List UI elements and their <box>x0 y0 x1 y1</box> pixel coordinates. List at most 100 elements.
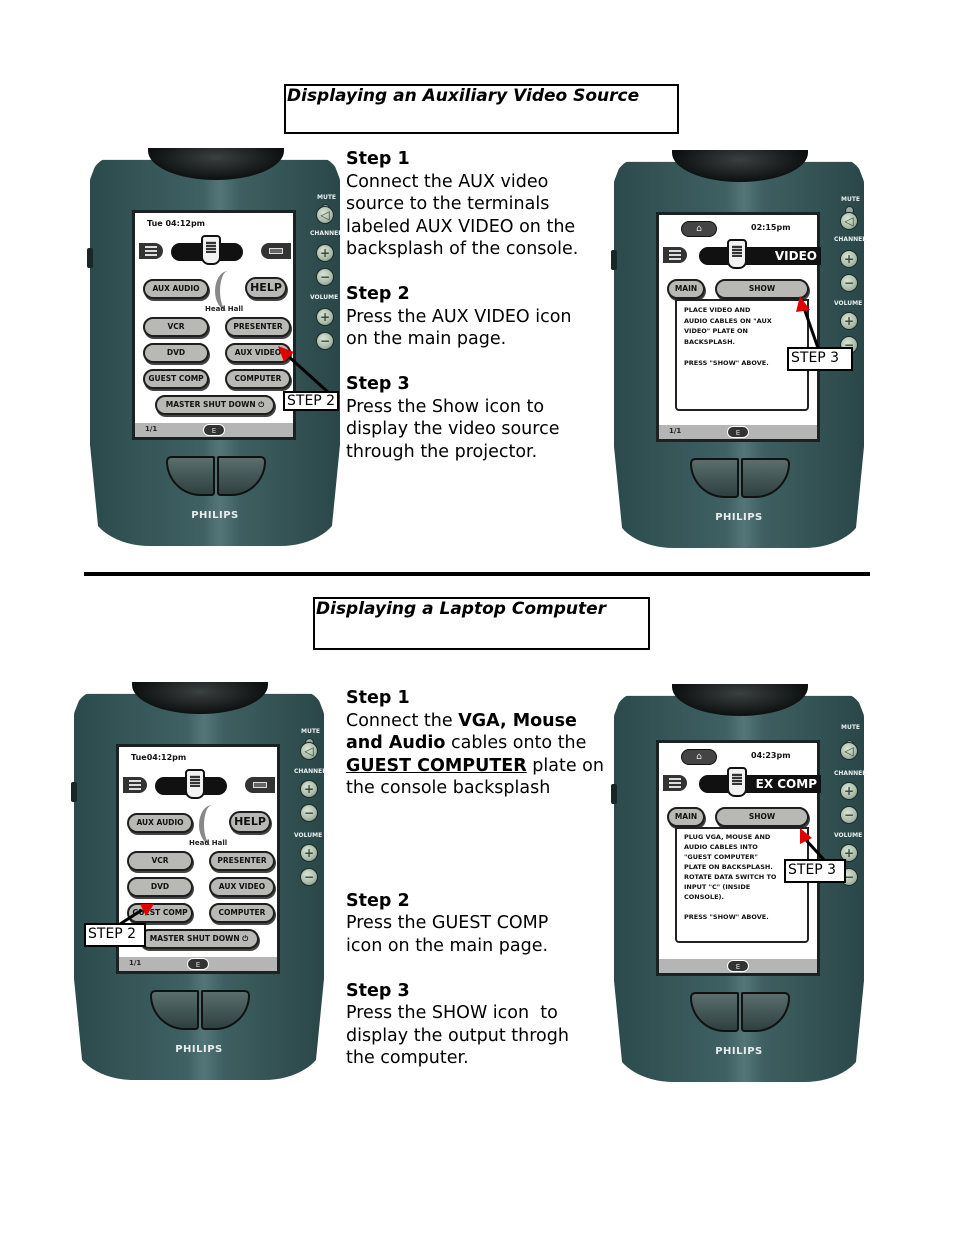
channel-down-button[interactable]: − <box>840 806 858 824</box>
mute-label: MUTE <box>841 724 861 731</box>
remote-side-jack <box>611 250 617 270</box>
menu-button[interactable]: E <box>203 424 225 436</box>
front-buttons <box>166 456 266 498</box>
master-shut-down-button[interactable]: MASTER SHUT DOWN ⏻ <box>155 395 275 415</box>
vcr-button[interactable]: VCR <box>143 317 209 337</box>
right-front-button[interactable] <box>741 458 790 498</box>
front-buttons <box>690 992 790 1034</box>
home-button[interactable]: ⌂ <box>681 221 717 237</box>
main-button[interactable]: MAIN <box>667 807 705 827</box>
home-button[interactable]: ⌂ <box>681 749 717 765</box>
page-indicator: 1/1 <box>669 427 682 435</box>
volume-up-button[interactable]: + <box>840 312 858 330</box>
aux-video-button[interactable]: AUX VIDEO <box>209 877 275 897</box>
dvd-button[interactable]: DVD <box>143 343 209 363</box>
presenter-button[interactable]: PRESENTER <box>209 851 275 871</box>
step-text-line: through the projector. <box>346 441 538 462</box>
list-menu-button[interactable] <box>663 247 687 263</box>
channel-label: CHANNEL <box>310 230 343 237</box>
device-setup-button[interactable] <box>261 243 291 259</box>
handheld-icon <box>185 769 205 799</box>
volume-up-button[interactable]: + <box>316 308 334 326</box>
brand-logo: PHILIPS <box>191 510 239 521</box>
left-front-button[interactable] <box>150 990 199 1030</box>
instruction-line: "GUEST COMPUTER" <box>684 853 758 861</box>
step-heading: Step 1 <box>346 688 410 708</box>
aux-audio-button[interactable]: AUX AUDIO <box>143 279 209 299</box>
handheld-icon <box>727 239 747 269</box>
master-shut-down-button[interactable]: MASTER SHUT DOWN ⏻ <box>139 929 259 949</box>
step2-callout: STEP 2 <box>283 391 340 411</box>
step-text-line: source to the terminals <box>346 194 550 214</box>
section-title: Displaying a Laptop Computer <box>316 599 607 619</box>
mute-button[interactable]: ◁ <box>300 742 318 760</box>
channel-down-button[interactable]: − <box>316 268 334 286</box>
menu-button[interactable]: E <box>727 960 749 972</box>
list-menu-button[interactable] <box>663 775 687 791</box>
help-button[interactable]: HELP <box>245 277 287 299</box>
remote-screen: Tue 04:12pm AUX AUDIO HELP Head Hall VCR… <box>132 210 296 440</box>
mute-button[interactable]: ◁ <box>840 212 858 230</box>
mute-button[interactable]: ◁ <box>840 742 858 760</box>
brand-logo: PHILIPS <box>715 512 763 523</box>
mute-label: MUTE <box>317 194 337 201</box>
vcr-button[interactable]: VCR <box>127 851 193 871</box>
channel-up-button[interactable]: + <box>316 244 334 262</box>
volume-label: VOLUME <box>834 832 863 839</box>
channel-label: CHANNEL <box>834 770 867 777</box>
instruction-line: BACKSPLASH. <box>684 337 736 346</box>
clock-display: 04:23pm <box>751 751 791 760</box>
channel-up-button[interactable]: + <box>840 782 858 800</box>
channel-down-button[interactable]: − <box>840 274 858 292</box>
computer-button[interactable]: COMPUTER <box>225 369 291 389</box>
volume-label: VOLUME <box>834 300 863 307</box>
left-front-button[interactable] <box>690 992 739 1032</box>
main-button[interactable]: MAIN <box>667 279 705 299</box>
volume-up-button[interactable]: + <box>300 844 318 862</box>
section-title-box-laptop: Displaying a Laptop Computer <box>313 597 650 650</box>
screen-footer: E <box>659 959 817 973</box>
volume-down-button[interactable]: − <box>316 332 334 350</box>
remote-screen: ⌂ 02:15pm VIDEO MAIN SHOW PLACE VIDEO AN… <box>656 212 821 442</box>
right-front-button[interactable] <box>741 992 790 1032</box>
device-setup-button[interactable] <box>245 777 275 793</box>
remote-side-jack <box>71 782 77 802</box>
instruction-line: AUDIO CABLES ON "AUX <box>684 316 772 325</box>
presenter-button[interactable]: PRESENTER <box>225 317 291 337</box>
menu-button[interactable]: E <box>187 958 209 970</box>
help-button[interactable]: HELP <box>229 811 271 833</box>
step-heading: Step 2 <box>346 284 410 304</box>
dvd-button[interactable]: DVD <box>127 877 193 897</box>
remote-main-page: MUTE ◁ CHANNEL + − VOLUME + − Tue 04:12p… <box>87 148 344 546</box>
section-divider <box>84 572 870 576</box>
volume-down-button[interactable]: − <box>300 868 318 886</box>
page-indicator: 1/1 <box>145 425 158 433</box>
step-text-line: icon on the main page. <box>346 935 549 956</box>
show-button[interactable]: SHOW <box>715 807 809 827</box>
guest-comp-button[interactable]: GUEST COMP <box>143 369 209 389</box>
channel-up-button[interactable]: + <box>300 780 318 798</box>
list-menu-button[interactable] <box>139 243 163 259</box>
left-front-button[interactable] <box>690 458 739 498</box>
brand-logo: PHILIPS <box>715 1046 763 1057</box>
channel-down-button[interactable]: − <box>300 804 318 822</box>
handheld-icon <box>201 235 221 265</box>
show-button[interactable]: SHOW <box>715 279 809 299</box>
step-text-line: on the main page. <box>346 329 507 349</box>
clock-display: Tue 04:12pm <box>147 219 206 228</box>
right-front-button[interactable] <box>217 456 266 496</box>
menu-button[interactable]: E <box>727 426 749 438</box>
aux-audio-button[interactable]: AUX AUDIO <box>127 813 193 833</box>
left-front-button[interactable] <box>166 456 215 496</box>
step-heading: Step 3 <box>346 374 410 394</box>
right-front-button[interactable] <box>201 990 250 1030</box>
step-text-line: the computer. <box>346 1048 469 1068</box>
step-text-line: Press the Show icon to <box>346 396 545 417</box>
channel-up-button[interactable]: + <box>840 250 858 268</box>
step-text-line: Press the GUEST COMP <box>346 913 549 933</box>
computer-button[interactable]: COMPUTER <box>209 903 275 923</box>
mute-button[interactable]: ◁ <box>316 206 334 224</box>
clock-display: 02:15pm <box>751 223 791 232</box>
step-text-line: labeled AUX VIDEO on the <box>346 216 576 237</box>
list-menu-button[interactable] <box>123 777 147 793</box>
